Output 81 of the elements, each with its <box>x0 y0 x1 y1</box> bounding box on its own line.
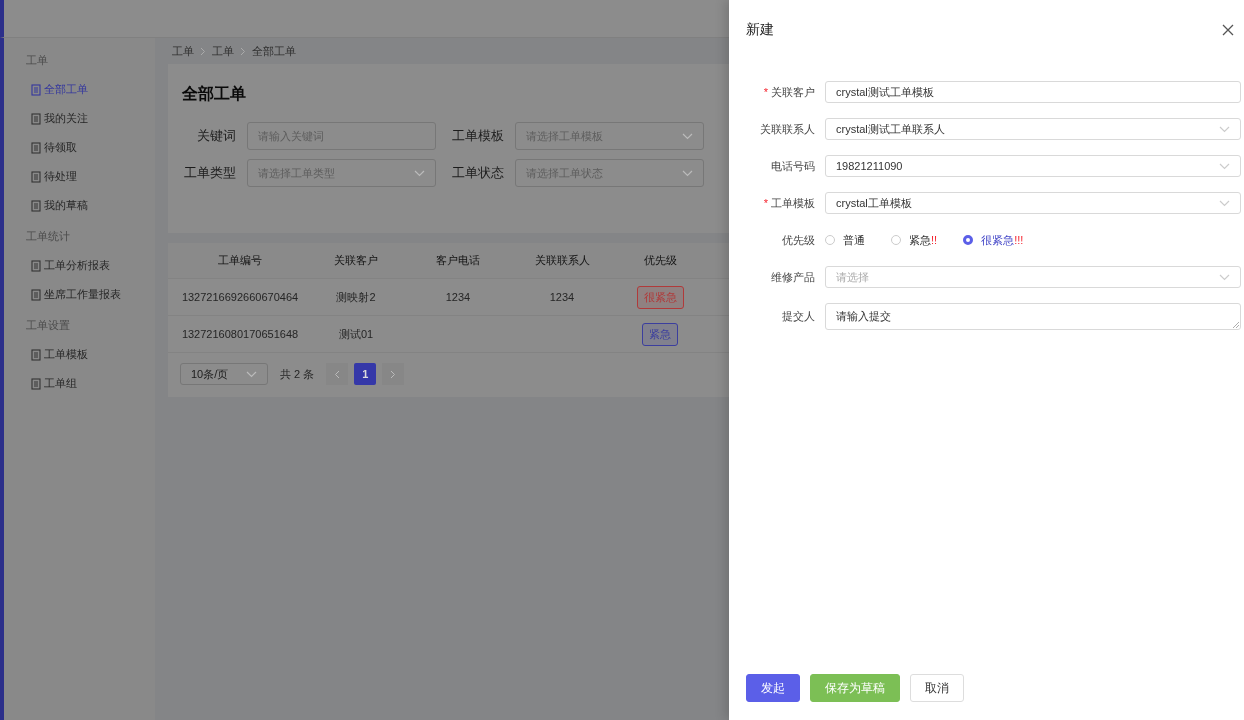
radio-option[interactable]: 紧急!! <box>891 232 938 248</box>
total-count: 共 2 条 <box>280 366 315 382</box>
table-cell-text: 1234 <box>548 291 576 303</box>
document-icon <box>31 83 41 96</box>
sidebar-item[interactable]: 我的关注 <box>4 104 155 133</box>
submit-button[interactable]: 发起 <box>746 674 800 702</box>
table-cell-text: 1327216080170651648 <box>180 328 300 340</box>
chevron-right-icon <box>240 46 246 56</box>
page-size-select[interactable]: 10条/页 <box>180 363 268 385</box>
sidebar-item[interactable]: 工单模板 <box>4 340 155 369</box>
document-icon <box>31 259 41 272</box>
table-cell-text: 测映射2 <box>335 289 377 305</box>
next-page-button[interactable] <box>382 363 405 385</box>
form-label: 优先级 <box>781 232 815 248</box>
filter-label: 工单类型 <box>183 164 236 182</box>
form-label: * 关联客户 <box>762 84 815 100</box>
priority-tag: 很紧急 <box>636 285 684 309</box>
priority-tag: 紧急 <box>642 322 678 346</box>
sidebar-item[interactable]: 坐席工作量报表 <box>4 280 155 309</box>
input-field[interactable]: crystal测试工单模板 <box>825 81 1241 103</box>
form-label: 维修产品 <box>770 269 815 285</box>
sidebar-item[interactable]: 工单分析报表 <box>4 251 155 280</box>
chevron-right-icon <box>390 369 397 379</box>
chevron-left-icon <box>334 369 341 379</box>
close-icon[interactable] <box>1222 24 1234 36</box>
radio-option[interactable]: 普通 <box>825 232 865 248</box>
document-icon <box>31 112 41 125</box>
sidebar-item[interactable]: 待处理 <box>4 162 155 191</box>
select-field[interactable]: crystal测试工单联系人 <box>825 118 1241 140</box>
form-label: 提交人 <box>781 309 815 324</box>
sidebar-item[interactable]: 工单组 <box>4 369 155 398</box>
select-field[interactable]: 请选择 <box>825 266 1241 288</box>
table-cell-text: 1327216692660670464 <box>180 291 300 303</box>
table-cell-text: 测试01 <box>337 326 375 342</box>
column-header: 客户电话 <box>435 253 481 268</box>
resize-handle-icon <box>1233 322 1239 328</box>
filter-label: 关键词 <box>196 127 236 145</box>
sidebar-item[interactable]: 全部工单 <box>4 75 155 104</box>
drawer-title: 新建 <box>746 21 774 39</box>
breadcrumb-item[interactable]: 工单 <box>212 43 234 59</box>
chevron-down-icon <box>1219 162 1230 170</box>
sidebar-item[interactable]: 我的草稿 <box>4 191 155 220</box>
cancel-button[interactable]: 取消 <box>910 674 964 702</box>
column-header: 关联联系人 <box>533 253 591 268</box>
document-icon <box>31 141 41 154</box>
radio-button[interactable] <box>963 235 974 245</box>
select-field[interactable]: crystal工单模板 <box>825 192 1241 214</box>
chevron-down-icon <box>1219 273 1230 281</box>
select-field[interactable]: 19821211090 <box>825 155 1241 177</box>
chevron-down-icon <box>1219 199 1230 207</box>
radio-label: 很紧急!!! <box>981 232 1024 248</box>
filter-label: 工单模板 <box>451 127 504 145</box>
column-header: 优先级 <box>642 253 678 268</box>
previous-page-button[interactable] <box>326 363 349 385</box>
breadcrumb-item[interactable]: 工单 <box>172 43 194 59</box>
chevron-down-icon <box>414 169 425 177</box>
breadcrumb-item[interactable]: 全部工单 <box>252 43 296 59</box>
form-label: * 工单模板 <box>762 195 815 211</box>
document-icon <box>31 348 41 361</box>
filter-label: 工单状态 <box>451 164 504 182</box>
sidebar-item[interactable]: 待领取 <box>4 133 155 162</box>
column-header: 关联客户 <box>333 253 379 268</box>
column-header: 工单编号 <box>217 253 263 268</box>
page-button[interactable]: 1 <box>354 363 377 385</box>
form-label: 电话号码 <box>770 158 815 174</box>
document-icon <box>31 288 41 301</box>
chevron-right-icon <box>200 46 206 56</box>
page-title: 全部工单 <box>181 84 247 104</box>
radio-label: 普通 <box>843 232 865 248</box>
chevron-down-icon <box>682 169 693 177</box>
chevron-down-icon <box>246 370 257 378</box>
text-area[interactable]: 请输入提交 <box>825 303 1241 330</box>
radio-label: 紧急!! <box>909 232 938 248</box>
radio-option[interactable]: 很紧急!!! <box>963 232 1024 248</box>
table-cell-text: 1234 <box>444 291 472 303</box>
form-label: 关联联系人 <box>759 121 815 137</box>
chevron-down-icon <box>682 132 693 140</box>
document-icon <box>31 170 41 183</box>
document-icon <box>31 377 41 390</box>
document-icon <box>31 199 41 212</box>
chevron-down-icon <box>1219 125 1230 133</box>
